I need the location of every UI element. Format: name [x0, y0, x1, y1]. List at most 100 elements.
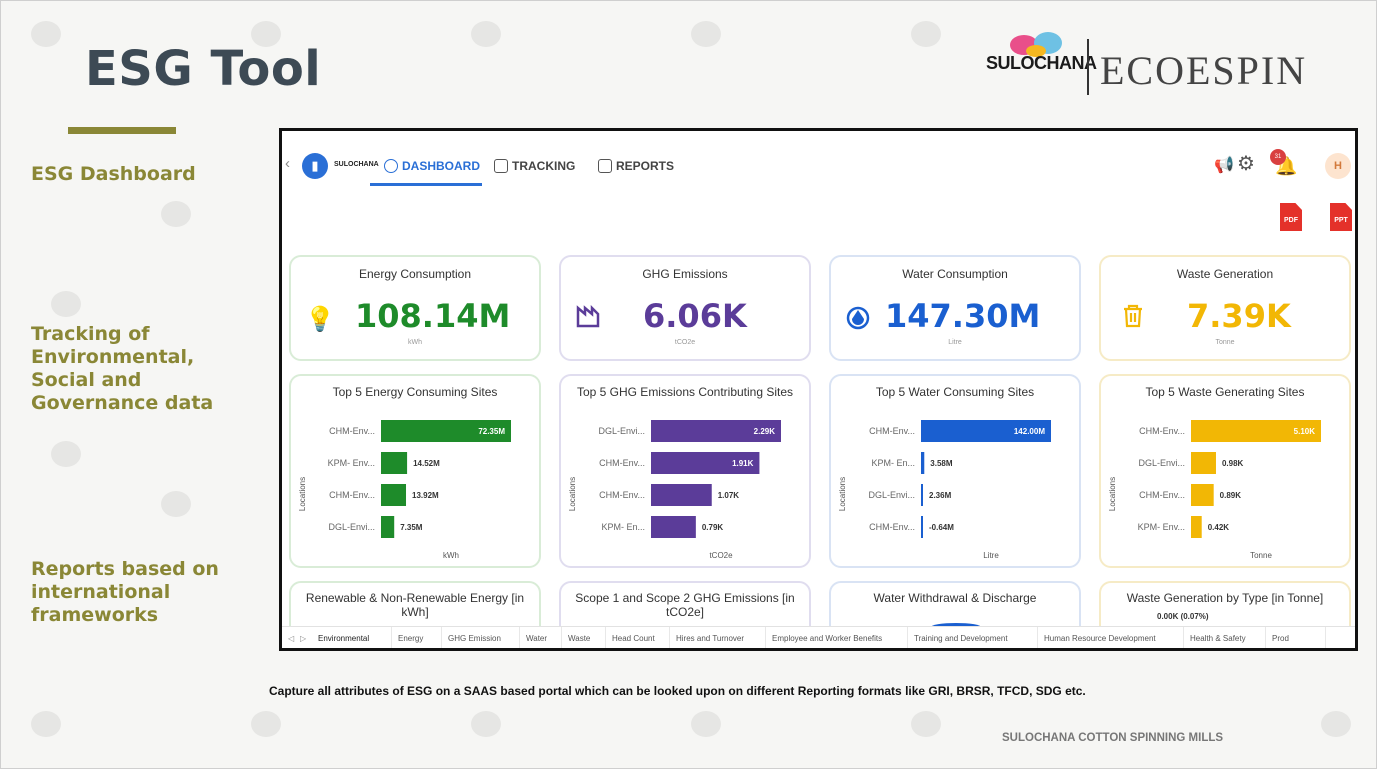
waste-type-label: 0.00K (0.07%): [1157, 612, 1209, 621]
tab-head-count[interactable]: Head Count: [606, 627, 670, 648]
app-window: ‹ ▮ SULOCHANA DASHBOARD TRACKING REPORTS…: [279, 128, 1358, 651]
bar[interactable]: [381, 452, 408, 474]
category-label: KPM- En...: [871, 458, 915, 468]
tab-prod[interactable]: Prod: [1266, 627, 1326, 648]
logo-divider: [1087, 39, 1089, 95]
data-label: 0.98K: [1222, 459, 1244, 468]
chart-card-water-sites[interactable]: Top 5 Water Consuming Sites Locations CHM…: [829, 374, 1081, 568]
data-label: 7.35M: [400, 523, 423, 532]
bar[interactable]: [921, 452, 925, 474]
tab-environmental[interactable]: Environmental: [312, 627, 392, 648]
tab-water[interactable]: Water: [520, 627, 562, 648]
drop-icon: [846, 306, 870, 330]
y-axis-label: Locations: [568, 477, 577, 511]
bar-chart: Locations CHM-Env... 72.35M KPM- Env... 14.5…: [298, 420, 511, 560]
card-title: Water Withdrawal & Discharge: [873, 591, 1037, 605]
category-label: DGL-Envi...: [598, 426, 645, 436]
decor-blob: [911, 21, 941, 47]
decor-blob: [1321, 711, 1351, 737]
app-home-icon[interactable]: ▮: [302, 153, 328, 179]
tab-hires-turnover[interactable]: Hires and Turnover: [670, 627, 766, 648]
tab-health-safety[interactable]: Health & Safety: [1184, 627, 1266, 648]
kpi-card-ghg[interactable]: GHG Emissions 6.06K tCO2e: [559, 255, 811, 361]
bar[interactable]: [651, 516, 696, 538]
category-label: KPM- En...: [601, 522, 645, 532]
tab-waste[interactable]: Waste: [562, 627, 606, 648]
tab-reports-label: REPORTS: [616, 159, 675, 173]
reports-icon: [598, 159, 612, 173]
chart-card-energy-sites[interactable]: Top 5 Energy Consuming Sites Locations CH…: [289, 374, 541, 568]
side-label-tracking: Tracking of Environmental, Social and Go…: [31, 323, 214, 414]
bar[interactable]: [921, 484, 923, 506]
tab-tracking[interactable]: TRACKING: [494, 159, 575, 189]
card-title: Renewable & Non-Renewable Energy [in kWh…: [305, 591, 525, 619]
bar[interactable]: [381, 484, 407, 506]
data-label: 2.29K: [754, 427, 776, 436]
bulb-icon: 💡: [305, 306, 335, 333]
kpi-unit: tCO2e: [674, 339, 696, 346]
bar[interactable]: [1191, 484, 1214, 506]
bar[interactable]: [381, 516, 395, 538]
tabs-right-arrow-icon[interactable]: ▷: [300, 627, 306, 648]
kpi-value: 7.39K: [1187, 297, 1291, 335]
category-label: DGL-Envi...: [868, 490, 915, 500]
decor-blob: [911, 711, 941, 737]
category-label: DGL-Envi...: [1138, 458, 1185, 468]
data-label: 3.58M: [930, 459, 953, 468]
tab-ghg-emission[interactable]: GHG Emission: [442, 627, 520, 648]
tracking-icon: [494, 159, 508, 173]
kpi-title: Waste Generation: [1176, 267, 1274, 281]
bar[interactable]: [1191, 516, 1202, 538]
tabs-left-arrow-icon[interactable]: ◁: [288, 627, 294, 648]
kpi-value: 108.14M: [355, 297, 511, 335]
side-label-dashboard: ESG Dashboard: [31, 163, 196, 185]
category-label: CHM-Env...: [329, 490, 375, 500]
back-chevron-icon[interactable]: ‹: [285, 155, 290, 172]
category-label: CHM-Env...: [869, 426, 915, 436]
data-label: 14.52M: [413, 459, 440, 468]
decor-blob: [161, 201, 191, 227]
title-underline: [68, 127, 176, 134]
bar[interactable]: [651, 484, 712, 506]
trash-icon: [1124, 304, 1142, 328]
category-label: CHM-Env...: [1139, 490, 1185, 500]
bar[interactable]: [921, 516, 923, 538]
x-axis-label: kWh: [443, 551, 459, 560]
data-label: 0.42K: [1208, 523, 1230, 532]
data-label: -0.64M: [929, 523, 954, 532]
tab-reports[interactable]: REPORTS: [598, 159, 674, 189]
tab-training-development[interactable]: Training and Development: [908, 627, 1038, 648]
chart-card-ghg-sites[interactable]: Top 5 GHG Emissions Contributing Sites L…: [559, 374, 811, 568]
x-axis-label: Litre: [983, 551, 999, 560]
tab-employee-benefits[interactable]: Employee and Worker Benefits: [766, 627, 908, 648]
tab-tracking-label: TRACKING: [512, 159, 576, 173]
download-ppt-button[interactable]: PPT: [1330, 203, 1352, 231]
category-label: DGL-Envi...: [328, 522, 375, 532]
data-label: 1.91K: [732, 459, 754, 468]
category-label: CHM-Env...: [869, 522, 915, 532]
tab-energy[interactable]: Energy: [392, 627, 442, 648]
notification-badge: 31: [1270, 149, 1286, 165]
data-label: 13.92M: [412, 491, 439, 500]
chart-card-waste-sites[interactable]: Top 5 Waste Generating Sites Locations CH…: [1099, 374, 1351, 568]
app-logo: SULOCHANA: [334, 161, 379, 168]
user-avatar[interactable]: H: [1325, 153, 1351, 179]
data-label: 142.00M: [1014, 427, 1045, 436]
data-label: 5.10K: [1294, 427, 1316, 436]
tab-hr-development[interactable]: Human Resource Development: [1038, 627, 1184, 648]
side-label-reports: Reports based on international framework…: [31, 558, 219, 626]
settings-gear-icon[interactable]: ⚙: [1237, 151, 1255, 176]
announcement-icon[interactable]: 📢: [1214, 155, 1234, 175]
sulochana-logo: SULOCHANA: [986, 53, 1097, 73]
page-tabs: ◁ ▷ Environmental Energy GHG Emission Wa…: [282, 626, 1355, 648]
bar[interactable]: [1191, 452, 1216, 474]
kpi-card-energy[interactable]: Energy Consumption 💡 108.14M kWh: [289, 255, 541, 361]
kpi-card-water[interactable]: Water Consumption 147.30M Litre: [829, 255, 1081, 361]
decor-blob: [471, 711, 501, 737]
active-tab-indicator: [370, 183, 482, 186]
kpi-card-waste[interactable]: Waste Generation 7.39K Tonne: [1099, 255, 1351, 361]
kpi-value: 6.06K: [643, 297, 747, 335]
kpi-title: Energy Consumption: [358, 267, 472, 281]
kpi-unit: Tonne: [1215, 339, 1235, 346]
download-pdf-button[interactable]: PDF: [1280, 203, 1302, 231]
